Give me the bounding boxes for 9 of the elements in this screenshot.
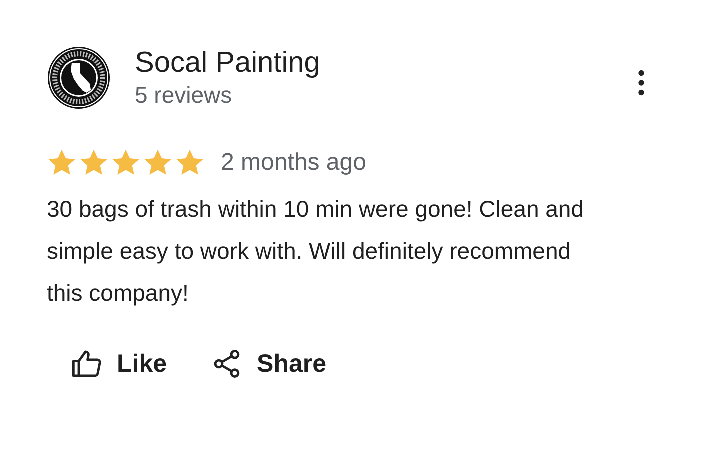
thumbs-up-icon — [71, 348, 103, 380]
reviewer-name[interactable]: Socal Painting — [135, 46, 638, 80]
avatar-logo-icon — [47, 46, 111, 110]
review-time: 2 months ago — [221, 149, 366, 177]
review-count: 5 reviews — [135, 81, 234, 110]
share-button[interactable]: Share — [211, 348, 327, 380]
review-text: 30 bags of trash within 10 min were gone! Clean and simple easy to work with. Will definitely recommend this company! — [47, 195, 585, 308]
more-options-icon[interactable] — [638, 70, 645, 96]
like-button[interactable]: Like — [71, 348, 168, 380]
